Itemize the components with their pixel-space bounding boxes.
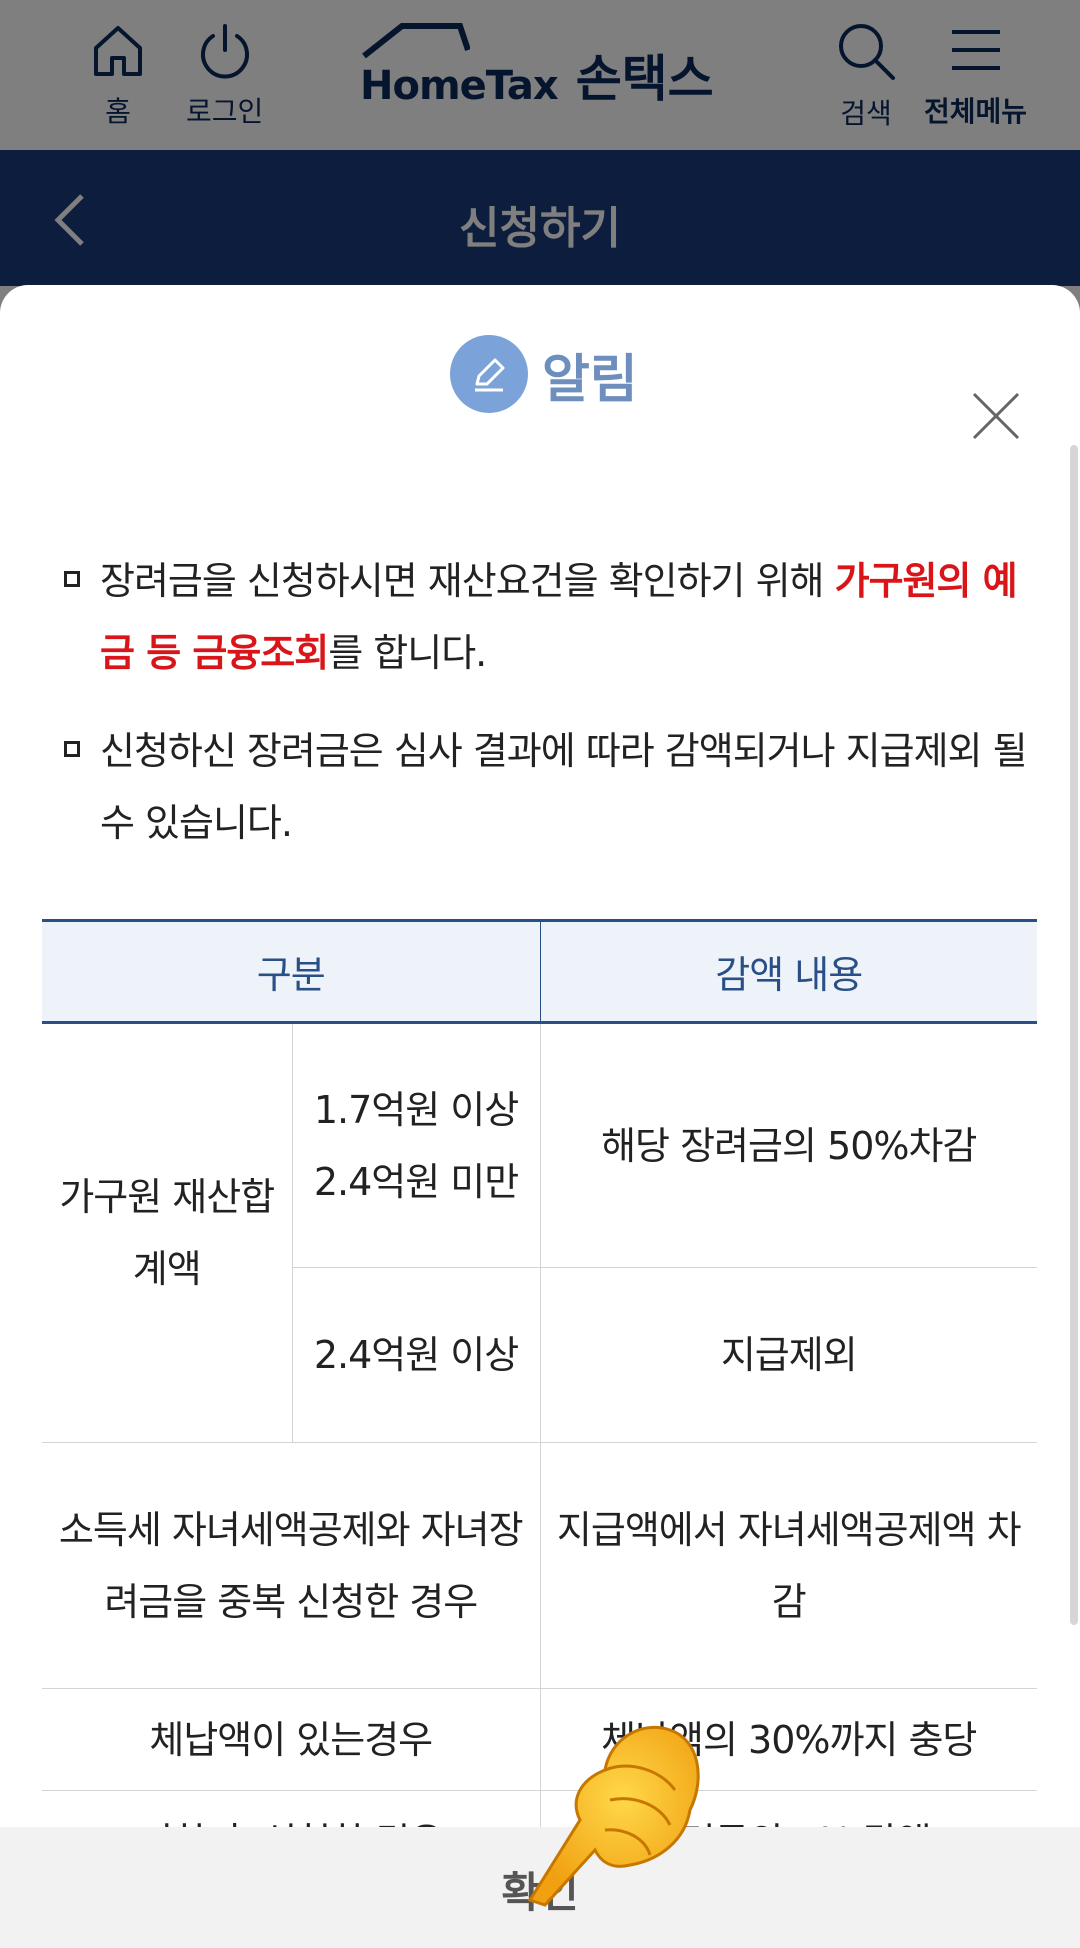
modal-title-text: 알림 bbox=[542, 349, 638, 410]
pointing-hand-icon bbox=[527, 1725, 700, 1907]
header-category: 구분 bbox=[42, 919, 540, 1024]
range-cell: 1.7억원 이상 2.4억원 미만 bbox=[291, 1022, 540, 1268]
note1-text-b: 를 합니다. bbox=[328, 631, 487, 675]
bullet-icon bbox=[64, 571, 80, 587]
notice-list: 장려금을 신청하시면 재산요건을 확인하기 위해 가구원의 예금 등 금융조회를… bbox=[60, 545, 1030, 885]
table-row: 소득세 자녀세액공제와 자녀장려금을 중복 신청한 경우 지급액에서 자녀세액공… bbox=[42, 1442, 1037, 1689]
category-cell: 소득세 자녀세액공제와 자녀장려금을 중복 신청한 경우 bbox=[42, 1442, 540, 1689]
close-icon bbox=[972, 392, 1020, 440]
modal-header: 알림 bbox=[0, 335, 1080, 440]
notice-item: 신청하신 장려금은 심사 결과에 따라 감액되거나 지급제외 될 수 있습니다. bbox=[60, 715, 1030, 859]
table-row: 가구원 재산합계액 1.7억원 이상 2.4억원 미만 해당 장려금의 50%차… bbox=[42, 1022, 1037, 1443]
modal-title: 알림 bbox=[450, 335, 638, 413]
content-cell: 지급제외 bbox=[539, 1267, 1037, 1443]
range-cell: 2.4억원 이상 bbox=[291, 1267, 540, 1443]
table-header-row: 구분 감액 내용 bbox=[42, 919, 1037, 1024]
scrollbar[interactable] bbox=[1070, 445, 1078, 1625]
note2-text: 신청하신 장려금은 심사 결과에 따라 감액되거나 지급제외 될 수 있습니다. bbox=[100, 729, 1028, 845]
bullet-icon bbox=[64, 741, 80, 757]
group-label: 가구원 재산합계액 bbox=[42, 1022, 292, 1443]
header-reduction: 감액 내용 bbox=[539, 919, 1037, 1024]
note1-text-a: 장려금을 신청하시면 재산요건을 확인하기 위해 bbox=[100, 559, 835, 603]
close-button[interactable] bbox=[970, 390, 1022, 442]
notice-item: 장려금을 신청하시면 재산요건을 확인하기 위해 가구원의 예금 등 금융조회를… bbox=[60, 545, 1030, 689]
content-cell: 해당 장려금의 50%차감 bbox=[539, 1022, 1037, 1268]
category-cell: 체납액이 있는경우 bbox=[42, 1688, 540, 1791]
alert-modal: 알림 장려금을 신청하시면 재산요건을 확인하기 위해 가구원의 예금 등 금융… bbox=[0, 285, 1080, 1948]
edit-icon bbox=[450, 335, 528, 413]
content-cell: 지급액에서 자녀세액공제액 차감 bbox=[539, 1442, 1037, 1689]
dim-overlay bbox=[0, 0, 1080, 286]
